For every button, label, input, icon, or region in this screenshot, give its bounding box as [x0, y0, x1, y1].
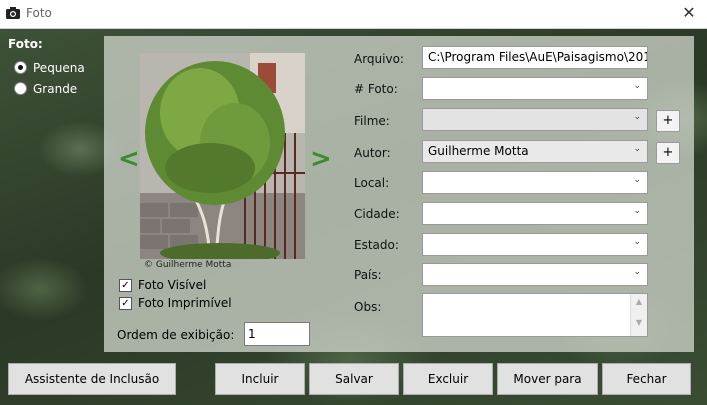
title-bar: Foto ✕	[0, 0, 707, 29]
radio-grande-label: Grande	[33, 81, 78, 96]
estado-combo[interactable]: ⌄	[422, 233, 648, 256]
chevron-down-icon[interactable]: ⌄	[633, 267, 641, 277]
previous-arrow-icon[interactable]: <	[118, 144, 140, 174]
foto-num-label: # Foto:	[354, 82, 398, 96]
autor-combo[interactable]: Guilherme Motta ⌄	[422, 140, 648, 163]
checkbox-foto-visivel-box[interactable]: ✓	[119, 278, 132, 292]
pais-combo[interactable]: ⌄	[422, 263, 648, 286]
fechar-button[interactable]: Fechar	[602, 363, 691, 395]
radio-pequena[interactable]: Pequena	[8, 57, 85, 78]
checkbox-foto-visivel[interactable]: ✓ Foto Visível	[119, 278, 206, 292]
obs-label: Obs:	[354, 300, 382, 314]
checkbox-foto-imprimivel[interactable]: ✓ Foto Imprimível	[119, 296, 232, 310]
photo-image	[140, 53, 305, 259]
arquivo-input[interactable]: C:\Program Files\AuE\Paisagismo\2018\Da	[422, 46, 648, 69]
foto-window: Foto ✕ Foto: Pequena Grande < > © Guilhe…	[0, 0, 707, 405]
arquivo-label: Arquivo:	[354, 52, 404, 66]
excluir-button[interactable]: Excluir	[403, 363, 493, 395]
checkbox-foto-imprimivel-box[interactable]: ✓	[119, 296, 132, 310]
radio-grande-indicator[interactable]	[14, 82, 27, 95]
photo-preview	[140, 53, 305, 259]
size-group-label: Foto:	[8, 37, 43, 51]
estado-label: Estado:	[354, 238, 399, 252]
assistente-button[interactable]: Assistente de Inclusão	[8, 363, 176, 395]
local-label: Local:	[354, 176, 390, 190]
window-title: Foto	[26, 6, 52, 20]
incluir-button[interactable]: Incluir	[215, 363, 305, 395]
autor-label: Autor:	[354, 146, 391, 160]
filme-label: Filme:	[354, 114, 390, 128]
arquivo-value: C:\Program Files\AuE\Paisagismo\2018\Da	[428, 50, 647, 64]
autor-value: Guilherme Motta	[428, 144, 529, 158]
pais-label: País:	[354, 268, 382, 282]
ordem-input[interactable]: 1	[244, 322, 310, 346]
chevron-down-icon[interactable]: ⌄	[633, 237, 641, 247]
size-radio-group: Foto: Pequena Grande	[8, 37, 85, 99]
ordem-label: Ordem de exibição:	[117, 328, 235, 342]
checkbox-foto-imprimivel-label: Foto Imprimível	[138, 296, 232, 310]
radio-grande[interactable]: Grande	[8, 78, 85, 99]
chevron-down-icon[interactable]: ⌄	[633, 112, 641, 122]
radio-pequena-indicator[interactable]	[14, 61, 27, 74]
obs-scrollbar[interactable]: ▲ ▼	[630, 294, 647, 336]
chevron-down-icon[interactable]: ⌄	[633, 144, 641, 154]
obs-textarea[interactable]: ▲ ▼	[422, 293, 648, 337]
add-filme-button[interactable]: +	[656, 110, 680, 132]
filme-combo[interactable]: ⌄	[422, 108, 648, 131]
cidade-label: Cidade:	[354, 207, 400, 221]
close-icon[interactable]: ✕	[679, 3, 699, 23]
radio-pequena-label: Pequena	[33, 60, 85, 75]
chevron-down-icon[interactable]: ⌄	[633, 175, 641, 185]
scroll-up-icon[interactable]: ▲	[631, 294, 647, 315]
add-autor-button[interactable]: +	[656, 142, 680, 164]
next-arrow-icon[interactable]: >	[310, 144, 332, 174]
photo-credit: © Guilherme Motta	[144, 260, 232, 270]
local-combo[interactable]: ⌄	[422, 171, 648, 194]
cidade-combo[interactable]: ⌄	[422, 202, 648, 225]
salvar-button[interactable]: Salvar	[309, 363, 399, 395]
chevron-down-icon[interactable]: ⌄	[633, 206, 641, 216]
camera-icon	[6, 7, 20, 19]
mover-para-button[interactable]: Mover para	[497, 363, 598, 395]
scroll-down-icon[interactable]: ▼	[631, 315, 647, 336]
foto-num-combo[interactable]: ⌄	[422, 77, 648, 100]
chevron-down-icon[interactable]: ⌄	[633, 81, 641, 91]
checkbox-foto-visivel-label: Foto Visível	[138, 278, 207, 292]
